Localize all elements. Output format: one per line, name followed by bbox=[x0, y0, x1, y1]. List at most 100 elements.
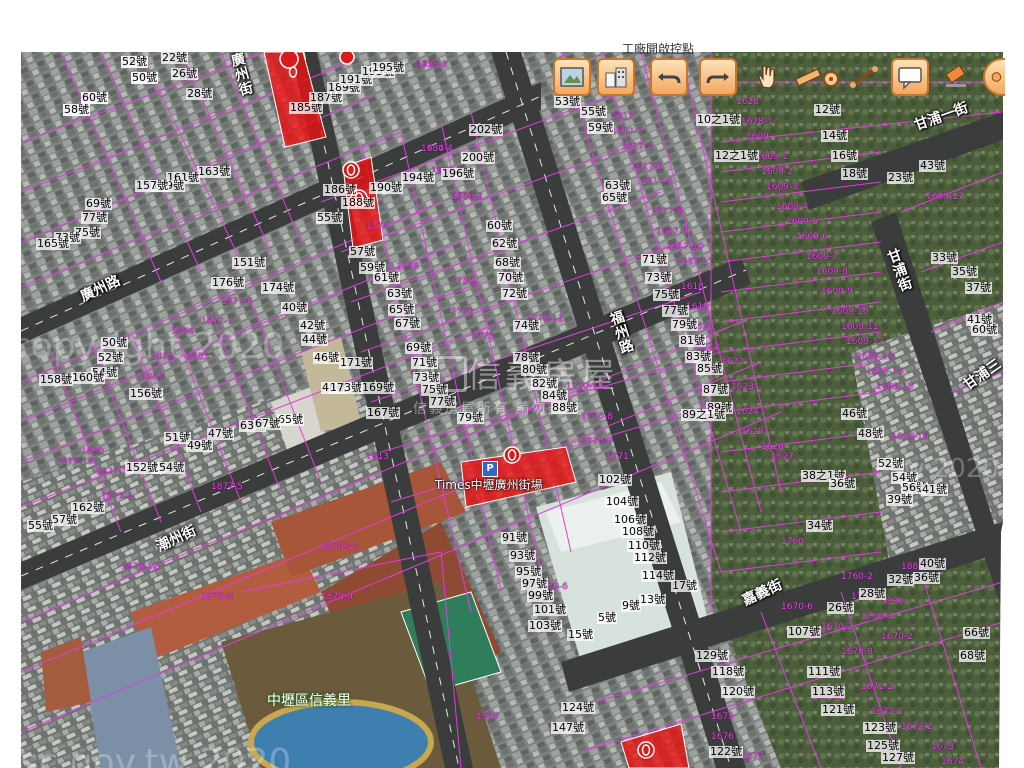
map-viewport[interactable]: 廣州路 潮州街 福州路 甘浦一街 甘浦街 甘浦三 嘉義街 廣州街 P Times… bbox=[21, 52, 1003, 768]
house-number: 79號 bbox=[457, 411, 484, 424]
parcel-number: 1670-8 bbox=[841, 647, 873, 657]
house-number: 72號 bbox=[501, 287, 528, 300]
parcel-number: 1609-1 bbox=[756, 152, 788, 162]
map-layer-button[interactable] bbox=[553, 58, 591, 96]
house-number: 196號 bbox=[441, 167, 475, 180]
annotate-button[interactable] bbox=[891, 58, 929, 96]
eraser-icon bbox=[945, 64, 966, 87]
parcel-number: 1609-7 bbox=[806, 252, 838, 262]
parcel-number: 1673 bbox=[931, 742, 954, 752]
house-number: 122號 bbox=[709, 745, 743, 758]
parcel-number: 1879-12 bbox=[121, 562, 159, 572]
parcel-pin-icon[interactable] bbox=[339, 52, 355, 65]
house-number: 22號 bbox=[161, 52, 188, 64]
house-number: 77號 bbox=[662, 304, 689, 317]
more-tools-button[interactable] bbox=[983, 58, 1005, 96]
parcel-number: 1609-14 bbox=[866, 367, 904, 377]
house-number: 17號 bbox=[671, 579, 698, 592]
house-number: 62號 bbox=[491, 237, 518, 250]
house-number: 69號 bbox=[85, 197, 112, 210]
house-number: 46號 bbox=[313, 351, 340, 364]
house-number: 68號 bbox=[959, 649, 986, 662]
house-number: 89之1號 bbox=[681, 408, 726, 421]
parcel-number: 1617 bbox=[611, 112, 634, 122]
house-number: 165號 bbox=[36, 237, 70, 250]
house-number: 44號 bbox=[301, 333, 328, 346]
parcel-pin-icon[interactable] bbox=[637, 741, 655, 759]
house-number: 65號 bbox=[601, 191, 628, 204]
parcel-number: 1609-13 bbox=[856, 352, 894, 362]
house-number: 34號 bbox=[806, 519, 833, 532]
house-number: 63號 bbox=[604, 179, 631, 192]
parking-lot-label[interactable]: Times中壢廣州街場 bbox=[435, 476, 543, 493]
house-number: 123號 bbox=[863, 721, 897, 734]
house-number: 91號 bbox=[501, 531, 528, 544]
house-number: 80號 bbox=[521, 363, 548, 376]
parcel-number: 1618 bbox=[681, 282, 704, 292]
parcel-number: 1636 bbox=[451, 192, 474, 202]
parcel-number: 1773 bbox=[471, 332, 494, 342]
house-number: 74號 bbox=[513, 319, 540, 332]
house-number: 195號 bbox=[371, 61, 405, 74]
house-number: 163號 bbox=[197, 165, 231, 178]
erase-button[interactable] bbox=[937, 58, 975, 96]
parcel-number: 1627 bbox=[771, 452, 794, 462]
house-number: 73號 bbox=[645, 271, 672, 284]
house-number: 60號 bbox=[81, 91, 108, 104]
house-number: 112號 bbox=[633, 551, 667, 564]
house-number: 35號 bbox=[951, 265, 978, 278]
parcel-number: 1609-6 bbox=[796, 232, 828, 242]
speech-bubble-icon bbox=[898, 67, 922, 90]
house-number: 87號 bbox=[702, 383, 729, 396]
house-number: 81號 bbox=[679, 334, 706, 347]
house-number: 40號 bbox=[919, 557, 946, 570]
redo-button[interactable] bbox=[699, 58, 737, 96]
house-number: 41號 bbox=[921, 483, 948, 496]
house-number: 102號 bbox=[598, 473, 632, 486]
house-number: 32號 bbox=[887, 573, 914, 586]
house-number: 101號 bbox=[533, 603, 567, 616]
parcel-number: 1877-5 bbox=[211, 482, 243, 492]
house-number: 23號 bbox=[887, 171, 914, 184]
house-number: 40號 bbox=[281, 301, 308, 314]
house-number: 157號 bbox=[135, 179, 169, 192]
parcel-number: 1609-10 bbox=[831, 307, 869, 317]
parcel-pin-icon[interactable] bbox=[342, 161, 360, 179]
house-number: 147號 bbox=[551, 721, 585, 734]
parcel-number: 1877-4 bbox=[101, 492, 133, 502]
parcel-number: 1625 bbox=[741, 427, 764, 437]
house-number: 65號 bbox=[388, 303, 415, 316]
house-number: 66號 bbox=[963, 626, 990, 639]
parcel-number: 1760 bbox=[781, 537, 804, 547]
house-number: 156號 bbox=[129, 387, 163, 400]
house-number: 79號 bbox=[671, 318, 698, 331]
house-number: 55號 bbox=[27, 519, 54, 532]
undo-button[interactable] bbox=[650, 58, 688, 96]
house-number: 18號 bbox=[841, 167, 868, 180]
parcel-number: 1609-17 bbox=[926, 192, 964, 202]
house-number: 99號 bbox=[527, 589, 554, 602]
parcel-number: 1609-8 bbox=[816, 267, 848, 277]
house-number: 69號 bbox=[405, 341, 432, 354]
house-number: 120號 bbox=[721, 685, 755, 698]
house-number: 68號 bbox=[494, 256, 521, 269]
toolbar-title: 工廠開啟控點 bbox=[622, 42, 695, 56]
parcel-number: 1609-12 bbox=[846, 337, 884, 347]
building-button[interactable] bbox=[597, 58, 635, 96]
house-number: 28號 bbox=[859, 587, 886, 600]
house-number: 63號 bbox=[386, 287, 413, 300]
parcel-number: 1877-6 bbox=[221, 297, 253, 307]
parcel-number: 1884 bbox=[171, 327, 194, 337]
house-number: 13號 bbox=[639, 593, 666, 606]
pan-tool-button[interactable] bbox=[748, 58, 786, 96]
parcel-pin-icon[interactable] bbox=[503, 446, 521, 464]
house-number: 113號 bbox=[811, 685, 845, 698]
parcel-number: 1671-2 bbox=[861, 682, 893, 692]
house-number: 28號 bbox=[186, 87, 213, 100]
measure-line-button[interactable] bbox=[845, 58, 883, 96]
parcel-number: 1675 bbox=[711, 712, 734, 722]
house-number: 61號 bbox=[373, 271, 400, 284]
parcel-number: 1770-10 bbox=[566, 382, 604, 392]
parking-icon[interactable]: P bbox=[482, 461, 498, 477]
parcel-number: 1772 bbox=[451, 307, 474, 317]
